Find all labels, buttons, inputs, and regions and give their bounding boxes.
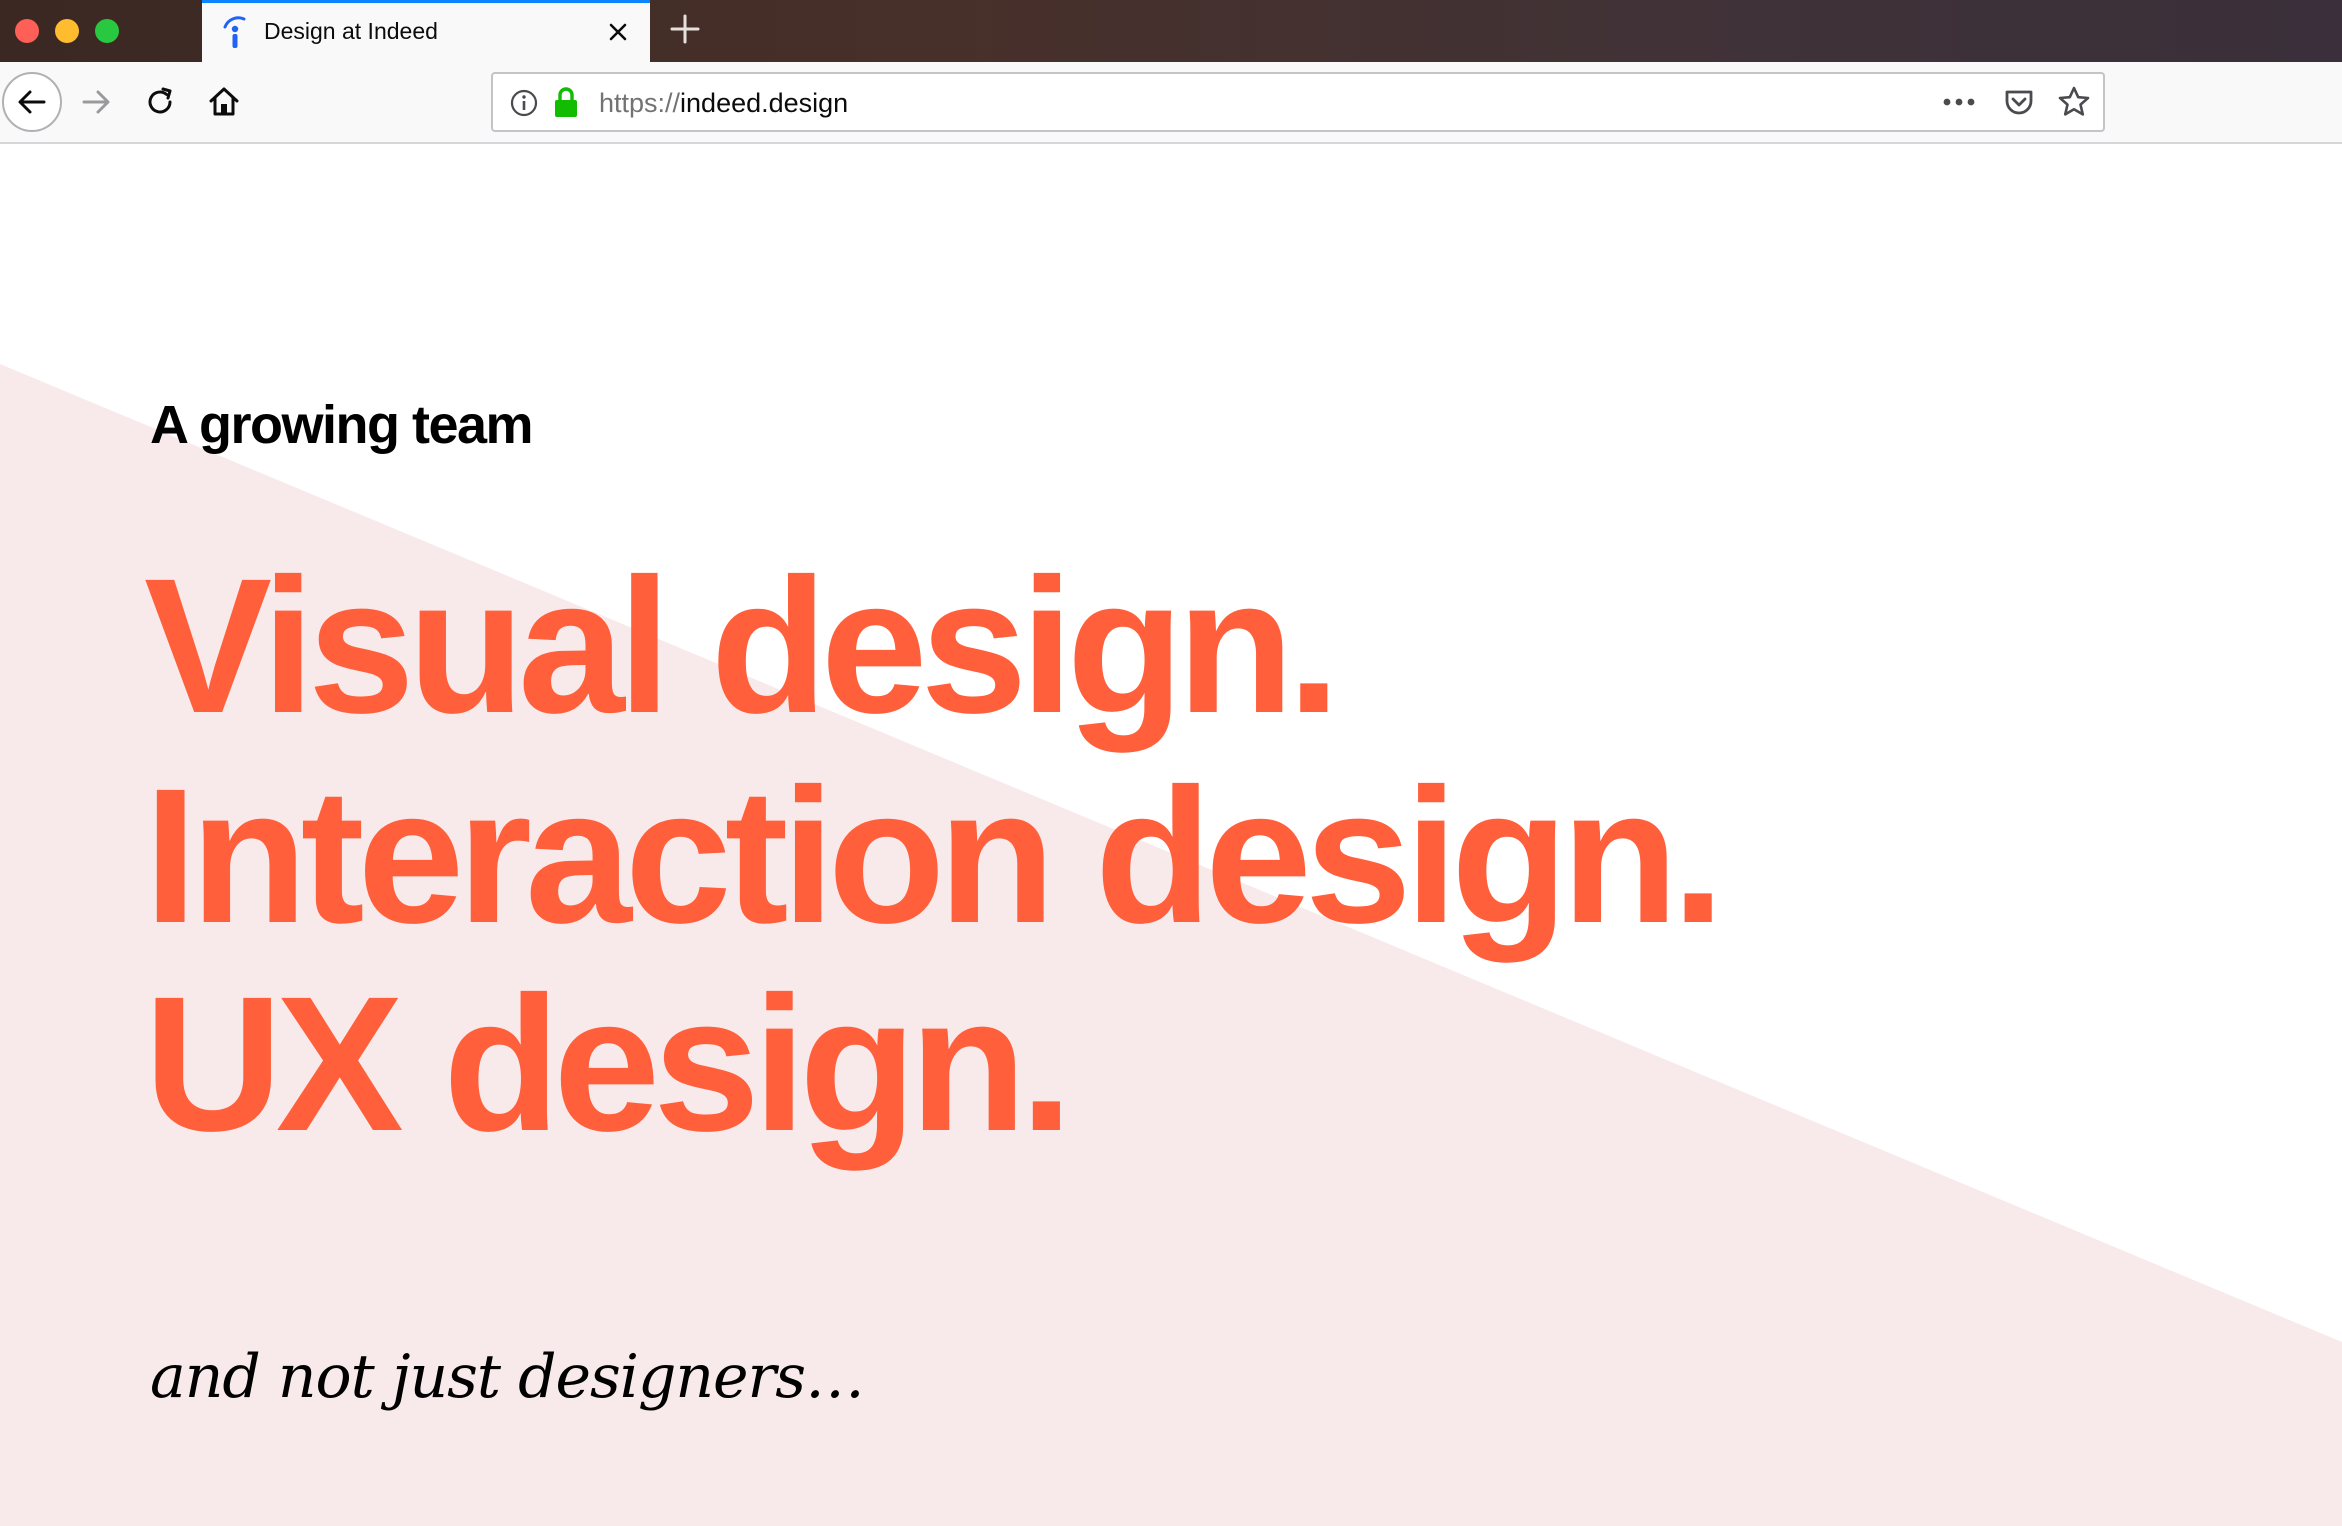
tab-title: Design at Indeed bbox=[264, 18, 438, 44]
info-icon[interactable] bbox=[509, 88, 539, 118]
forward-arrow-icon bbox=[82, 90, 110, 114]
minimize-window-button[interactable] bbox=[55, 19, 79, 43]
close-window-button[interactable] bbox=[15, 19, 39, 43]
tab-design-at-indeed[interactable]: Design at Indeed bbox=[202, 0, 650, 62]
page-content: A growing team Visual design. Interactio… bbox=[0, 146, 2342, 1526]
reload-button[interactable] bbox=[130, 72, 190, 132]
url-host: indeed.design bbox=[680, 88, 849, 118]
tagline: and not just designers… bbox=[150, 1342, 865, 1412]
forward-button[interactable] bbox=[66, 72, 126, 132]
lock-icon[interactable] bbox=[553, 86, 579, 118]
headline-visual-design: Visual design. bbox=[144, 538, 1341, 753]
address-bar[interactable]: https://indeed.design bbox=[491, 72, 2105, 132]
home-button[interactable] bbox=[194, 72, 254, 132]
star-icon[interactable] bbox=[2057, 85, 2091, 119]
indeed-logo-icon bbox=[223, 16, 246, 48]
back-arrow-icon bbox=[18, 90, 46, 114]
headline-ux-design: UX design. bbox=[144, 956, 1073, 1171]
zoom-window-button[interactable] bbox=[95, 19, 119, 43]
pocket-icon[interactable] bbox=[2003, 86, 2035, 118]
back-button[interactable] bbox=[2, 72, 62, 132]
reload-icon bbox=[148, 87, 172, 114]
home-icon bbox=[209, 87, 239, 116]
url-scheme: https:// bbox=[599, 88, 681, 118]
browser-title-bar: Design at Indeed bbox=[0, 0, 2342, 62]
url-text[interactable]: https://indeed.design bbox=[599, 88, 848, 119]
headline-interaction-design: Interaction design. bbox=[144, 748, 1725, 963]
navigation-toolbar: https://indeed.design bbox=[0, 62, 2342, 144]
new-tab-icon[interactable] bbox=[668, 12, 702, 46]
close-tab-icon[interactable] bbox=[604, 18, 632, 46]
more-dots-icon[interactable] bbox=[1941, 89, 1977, 115]
section-eyebrow: A growing team bbox=[150, 395, 534, 455]
